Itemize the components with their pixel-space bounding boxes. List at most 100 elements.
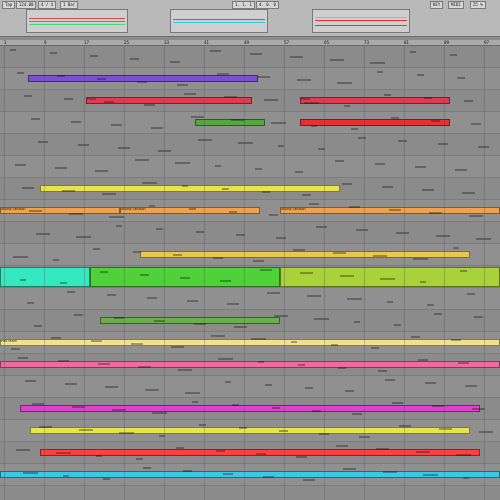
midi-note[interactable] xyxy=(51,337,61,339)
midi-note[interactable] xyxy=(384,94,391,96)
midi-note[interactable] xyxy=(215,165,221,167)
midi-note[interactable] xyxy=(303,479,315,481)
track-lane[interactable] xyxy=(0,442,500,464)
midi-note[interactable] xyxy=(95,170,108,172)
midi-note[interactable] xyxy=(24,95,32,97)
midi-note[interactable] xyxy=(170,61,180,63)
midi-note[interactable] xyxy=(58,360,69,362)
midi-note[interactable] xyxy=(69,213,83,215)
midi-note[interactable] xyxy=(60,282,67,284)
midi-note[interactable] xyxy=(177,84,188,86)
midi-note[interactable] xyxy=(156,228,163,230)
midi-note[interactable] xyxy=(460,270,467,272)
tap-button[interactable]: Tap xyxy=(2,1,16,9)
midi-note[interactable] xyxy=(256,453,266,455)
midi-note[interactable] xyxy=(102,193,116,195)
midi-note[interactable] xyxy=(300,272,313,274)
midi-note[interactable] xyxy=(97,78,106,80)
midi-note[interactable] xyxy=(39,426,52,428)
midi-note[interactable] xyxy=(104,101,114,103)
midi-note[interactable] xyxy=(354,321,360,323)
midi-note[interactable] xyxy=(119,432,134,434)
midi-note[interactable] xyxy=(340,275,354,277)
midi-note[interactable] xyxy=(74,314,83,316)
midi-note[interactable] xyxy=(333,252,346,254)
midi-note[interactable] xyxy=(394,324,401,326)
midi-note[interactable] xyxy=(349,206,360,208)
midi-note[interactable] xyxy=(257,76,270,78)
midi-note[interactable] xyxy=(17,72,24,74)
midi-note[interactable] xyxy=(265,384,272,386)
midi-note[interactable] xyxy=(338,367,346,369)
track-lane[interactable] xyxy=(0,134,500,156)
midi-note[interactable] xyxy=(378,370,387,372)
midi-note[interactable] xyxy=(67,291,75,293)
midi-note[interactable] xyxy=(298,364,305,366)
midi-note[interactable] xyxy=(11,348,20,350)
midi-note[interactable] xyxy=(191,116,204,118)
midi-note[interactable] xyxy=(469,215,483,217)
midi-note[interactable] xyxy=(20,279,26,281)
midi-note[interactable] xyxy=(383,471,397,473)
midi-note[interactable] xyxy=(111,124,122,126)
midi-note[interactable] xyxy=(173,254,182,256)
midi-note[interactable] xyxy=(130,58,139,60)
midi-note[interactable] xyxy=(10,49,16,51)
clip[interactable]: Pad Main xyxy=(0,339,500,346)
midi-note[interactable] xyxy=(116,225,122,227)
midi-note[interactable] xyxy=(187,300,198,302)
midi-note[interactable] xyxy=(429,212,442,214)
midi-note[interactable] xyxy=(22,187,34,189)
midi-note[interactable] xyxy=(411,336,420,338)
midi-note[interactable] xyxy=(224,96,237,98)
overview-left[interactable] xyxy=(26,9,128,33)
loop-length-field[interactable]: 4. 0. 0 xyxy=(256,1,279,9)
midi-note[interactable] xyxy=(297,79,311,81)
track-lane[interactable] xyxy=(0,178,500,200)
clip[interactable] xyxy=(300,119,450,126)
midi-note[interactable] xyxy=(464,100,473,102)
midi-note[interactable] xyxy=(291,341,297,343)
midi-note[interactable] xyxy=(93,248,100,250)
midi-note[interactable] xyxy=(260,269,272,271)
midi-note[interactable] xyxy=(178,369,192,371)
midi-note[interactable] xyxy=(136,458,143,460)
tempo-field[interactable]: 124.00 xyxy=(16,1,37,9)
midi-note[interactable] xyxy=(479,431,493,433)
midi-note[interactable] xyxy=(217,73,229,75)
midi-note[interactable] xyxy=(231,119,245,121)
midi-note[interactable] xyxy=(144,104,155,106)
midi-note[interactable] xyxy=(140,274,149,276)
midi-note[interactable] xyxy=(253,260,264,262)
midi-note[interactable] xyxy=(465,385,477,387)
midi-note[interactable] xyxy=(27,302,34,304)
midi-note[interactable] xyxy=(456,454,471,456)
midi-note[interactable] xyxy=(15,164,26,166)
clip[interactable] xyxy=(40,185,340,192)
midi-note[interactable] xyxy=(23,472,38,474)
midi-note[interactable] xyxy=(183,470,192,472)
midi-note[interactable] xyxy=(142,182,157,184)
track-lane[interactable] xyxy=(0,464,500,486)
midi-note[interactable] xyxy=(175,162,190,164)
midi-note[interactable] xyxy=(114,317,124,319)
midi-note[interactable] xyxy=(432,405,444,407)
midi-note[interactable] xyxy=(380,278,395,280)
track-lane[interactable] xyxy=(0,376,500,398)
midi-note[interactable] xyxy=(96,455,102,457)
midi-note[interactable] xyxy=(210,50,221,52)
midi-note[interactable] xyxy=(107,294,116,296)
midi-note[interactable] xyxy=(151,127,163,129)
midi-note[interactable] xyxy=(293,249,305,251)
midi-note[interactable] xyxy=(138,366,151,368)
midi-note[interactable] xyxy=(391,117,399,119)
midi-note[interactable] xyxy=(424,97,432,99)
midi-note[interactable] xyxy=(425,382,436,384)
midi-note[interactable] xyxy=(370,62,385,64)
midi-note[interactable] xyxy=(34,325,42,327)
midi-note[interactable] xyxy=(229,211,237,213)
track-lane[interactable] xyxy=(0,354,500,376)
midi-note[interactable] xyxy=(434,313,442,315)
track-lane[interactable] xyxy=(0,266,500,288)
midi-note[interactable] xyxy=(316,226,327,228)
